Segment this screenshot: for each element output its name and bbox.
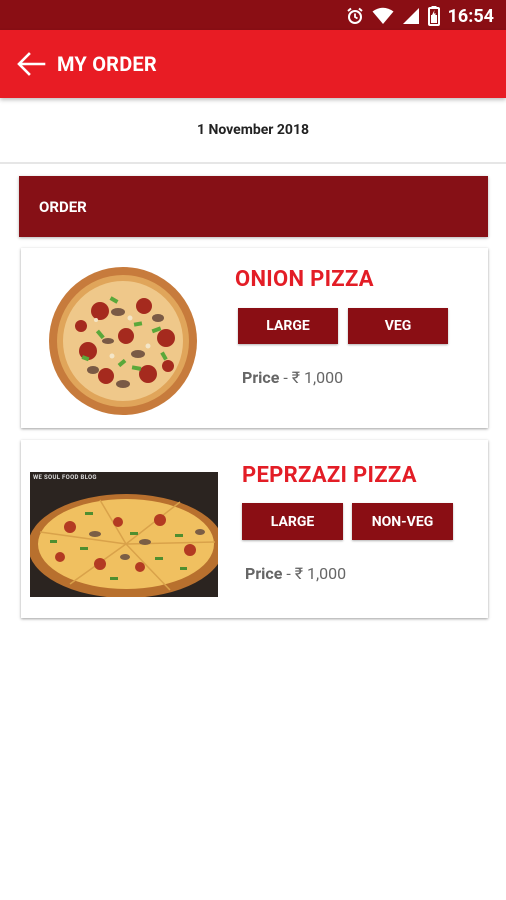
price-text: Price - ₹ 1,000 [245,564,346,583]
pizza-name: PEPRZAZI PIZZA [242,463,417,488]
onion-pizza-image [49,267,197,415]
status-bar: 16:54 [0,0,506,30]
status-icons: 16:54 [346,4,494,28]
wifi-icon [372,7,394,25]
price-value: ₹ 1,000 [291,368,344,387]
image-watermark: WE SOUL FOOD BLOG [33,474,97,481]
order-item-card[interactable]: ONION PIZZA LARGE VEG Price - ₹ 1,000 [21,248,488,428]
alarm-icon [346,7,364,25]
price-label: Price [245,564,283,583]
app-bar: MY ORDER [0,30,506,98]
price-separator: - [283,368,288,387]
order-date: 1 November 2018 [0,98,506,164]
signal-icon [402,7,420,25]
pepperoni-pizza-image: WE SOUL FOOD BLOG [30,472,218,597]
pizza-name: ONION PIZZA [235,267,374,292]
battery-icon [427,6,440,26]
veg-type-button[interactable]: VEG [348,308,448,344]
size-button[interactable]: LARGE [242,503,343,540]
price-value: ₹ 1,000 [294,564,347,583]
price-separator: - [286,564,291,583]
price-label: Price [242,368,280,387]
order-item-card[interactable]: WE SOUL FOOD BLOG PEPRZAZI PIZZA LARGE N… [21,440,488,618]
order-section-header: ORDER [19,176,488,237]
size-button[interactable]: LARGE [238,308,338,344]
status-time: 16:54 [447,5,494,27]
price-text: Price - ₹ 1,000 [242,368,343,387]
arrow-left-icon [17,52,46,76]
veg-type-button[interactable]: NON-VEG [352,503,453,540]
back-button[interactable] [14,50,48,78]
page-title: MY ORDER [57,52,157,76]
